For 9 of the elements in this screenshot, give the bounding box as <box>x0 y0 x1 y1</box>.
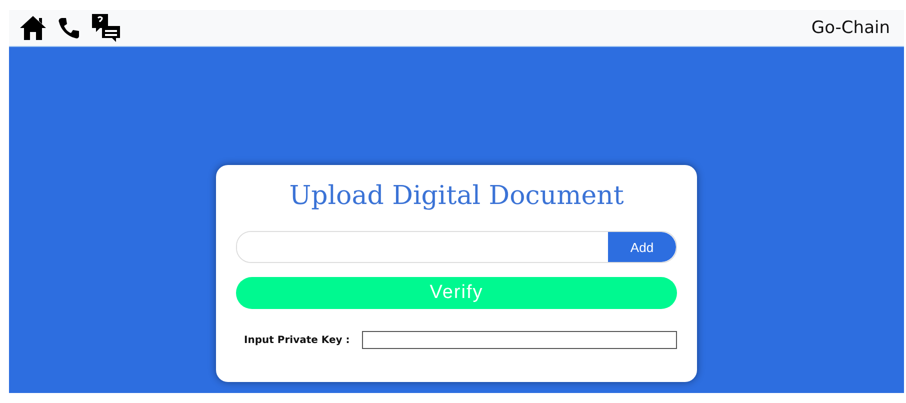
file-input-field[interactable]: Add <box>236 231 677 263</box>
card-title: Upload Digital Document <box>288 181 625 211</box>
help-chat-icon[interactable] <box>91 13 121 43</box>
private-key-field[interactable] <box>362 331 677 349</box>
phone-icon[interactable] <box>57 16 81 40</box>
private-key-label: Input Private Key : <box>244 334 350 346</box>
home-icon[interactable] <box>19 15 47 41</box>
add-button[interactable]: Add <box>608 232 676 262</box>
brand-name[interactable]: Go-Chain <box>811 18 890 38</box>
